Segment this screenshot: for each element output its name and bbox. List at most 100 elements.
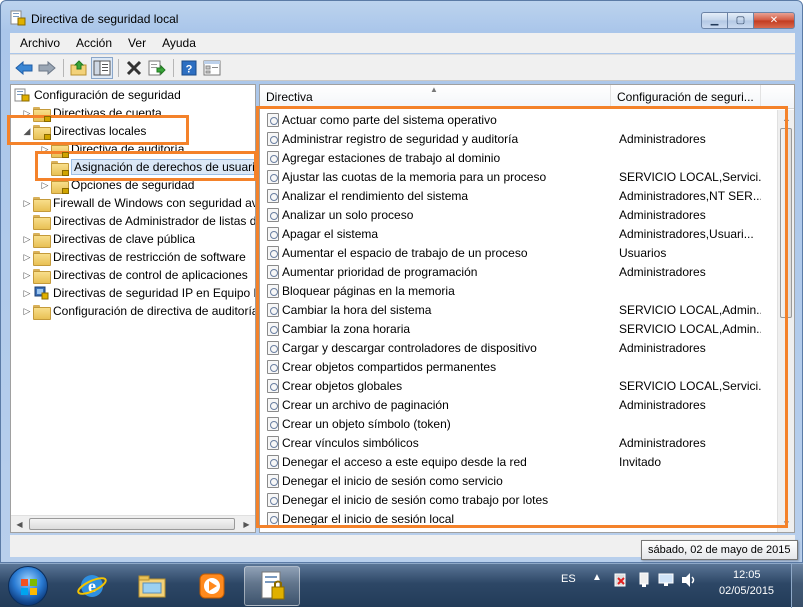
properties-button[interactable] [201,57,223,79]
scroll-right-icon[interactable]: ▶ [238,516,255,532]
list-item[interactable]: Administrar registro de seguridad y audi… [260,129,777,148]
minimize-button[interactable]: ▁ [701,12,727,29]
taskbar-internet-explorer[interactable]: e [64,566,120,606]
policy-icon [267,397,279,412]
menu-ayuda[interactable]: Ayuda [154,36,204,50]
expand-arrow-icon[interactable]: ▷ [39,144,51,155]
internet-explorer-icon: e [77,575,107,597]
column-header-policy[interactable]: Directiva [260,85,611,109]
menu-accion[interactable]: Acción [68,36,120,50]
list-item[interactable]: Bloquear páginas en la memoria [260,281,777,300]
list-item[interactable]: Actuar como parte del sistema operativo [260,110,777,129]
list-item[interactable]: Crear objetos globales SERVICIO LOCAL,Ser… [260,376,777,395]
list-item[interactable]: Cargar y descargar controladores de disp… [260,338,777,357]
tree-item-security-settings[interactable]: Configuración de seguridad [14,86,181,104]
policy-icon [267,416,279,431]
volume-icon[interactable] [680,572,698,588]
expand-arrow-icon[interactable]: ▷ [21,252,33,263]
tree-item-user-rights-assignment[interactable]: Asignación de derechos de usuario [39,158,255,176]
maximize-button[interactable]: ▢ [727,12,753,29]
list-item[interactable]: Denegar el inicio de sesión como servici… [260,471,777,490]
scrollbar-thumb[interactable] [780,128,792,318]
scroll-left-icon[interactable]: ◀ [11,516,28,532]
back-button[interactable] [13,57,35,79]
up-button[interactable] [68,57,90,79]
policy-setting: Administradores,NT SER... [619,188,761,203]
policy-icon [267,378,279,393]
menu-ver[interactable]: Ver [120,36,154,50]
expand-arrow-icon[interactable]: ▷ [21,198,33,209]
expand-arrow-icon[interactable]: ▷ [21,288,33,299]
expand-arrow-icon[interactable]: ▷ [21,234,33,245]
expand-arrow-icon[interactable]: ▷ [21,270,33,281]
tree-item-label: Firewall de Windows con seguridad avanza… [53,196,255,210]
policy-setting: SERVICIO LOCAL,Servici... [619,169,761,184]
taskbar-media-player[interactable] [184,566,240,606]
list-item[interactable]: Denegar el inicio de sesión local [260,509,777,528]
list-item[interactable]: Crear objetos compartidos permanentes [260,357,777,376]
clock-time[interactable]: 12:05 [733,569,761,581]
tree-item-audit-policy[interactable]: ▷ Directiva de auditoría [39,140,184,158]
policy-icon [267,435,279,450]
expand-arrow-icon[interactable]: ▷ [39,180,51,191]
list-item[interactable]: Denegar el acceso a este equipo desde la… [260,452,777,471]
list-item[interactable]: Crear un archivo de paginación Administra… [260,395,777,414]
tree-item-software-restriction[interactable]: ▷ Directivas de restricción de software [21,248,246,266]
taskbar-file-explorer[interactable] [124,566,180,606]
policy-icon [267,112,279,127]
list-item[interactable]: Agregar estaciones de trabajo al dominio [260,148,777,167]
menu-archivo[interactable]: Archivo [12,36,68,50]
help-button[interactable]: ? [178,57,200,79]
export-list-button[interactable] [146,57,168,79]
up-folder-icon [70,59,87,75]
tree-item-account-policies[interactable]: ▷ Directivas de cuenta [21,104,162,122]
scroll-up-icon[interactable]: ▲ [778,110,794,127]
title-bar[interactable]: Directiva de seguridad local ▁ ▢ ✕ [1,1,802,33]
tree-item-security-options[interactable]: ▷ Opciones de seguridad [39,176,194,194]
delete-button[interactable] [123,57,145,79]
column-header-setting[interactable]: Configuración de seguri... [611,85,761,109]
list-item[interactable]: Aumentar el espacio de trabajo de un pro… [260,243,777,262]
tree-item-advanced-audit[interactable]: ▷ Configuración de directiva de auditorí… [21,302,255,320]
show-hide-tree-icon [93,60,111,75]
expand-arrow-icon[interactable]: ▷ [21,306,33,317]
tree-item-windows-firewall[interactable]: ▷ Firewall de Windows con seguridad avan… [21,194,255,212]
list-item[interactable]: Ajustar las cuotas de la memoria para un… [260,167,777,186]
language-indicator[interactable]: ES [561,573,576,585]
taskbar-security-policy[interactable] [244,566,300,606]
tree-pane[interactable]: Configuración de seguridad ▷ Directivas … [10,84,256,533]
clock-date[interactable]: 02/05/2015 [719,585,774,597]
tree-item-application-control[interactable]: ▷ Directivas de control de aplicaciones [21,266,248,284]
tree-item-label: Directivas de seguridad IP en Equipo loc… [53,286,256,300]
collapse-arrow-icon[interactable]: ◢ [21,126,33,137]
tree-horizontal-scrollbar[interactable]: ◀ ▶ [11,515,255,532]
list-item[interactable]: Aumentar prioridad de programación Admini… [260,262,777,281]
action-center-icon[interactable] [612,572,628,588]
list-item[interactable]: Cambiar la zona horaria SERVICIO LOCAL,Ad… [260,319,777,338]
tree-item-local-policies[interactable]: ◢ Directivas locales [21,122,146,140]
list-item[interactable]: Crear un objeto símbolo (token) [260,414,777,433]
tray-expand-icon[interactable]: ▲ [592,572,602,583]
list-item[interactable]: Analizar el rendimiento del sistema Admin… [260,186,777,205]
tree-item-ip-security[interactable]: ▷ Directivas de seguridad IP en Equipo l… [21,284,256,302]
help-icon: ? [181,60,197,75]
network-icon[interactable] [658,572,674,588]
scroll-down-icon[interactable]: ▼ [778,515,794,532]
tree-item-public-key-policies[interactable]: ▷ Directivas de clave pública [21,230,195,248]
list-item[interactable]: Crear vínculos simbólicos Administradores [260,433,777,452]
list-item[interactable]: Denegar el inicio de sesión como trabajo… [260,490,777,509]
show-desktop-button[interactable] [791,564,803,608]
show-hide-tree-button[interactable] [91,56,113,79]
policy-icon [267,511,279,526]
tree-item-network-list-manager[interactable]: Directivas de Administrador de listas de… [21,212,255,230]
power-plug-icon[interactable] [636,572,652,588]
scrollbar-thumb[interactable] [29,518,235,530]
list-item[interactable]: Analizar un solo proceso Administradores [260,205,777,224]
forward-button[interactable] [36,57,58,79]
expand-arrow-icon[interactable]: ▷ [21,108,33,119]
list-item[interactable]: Cambiar la hora del sistema SERVICIO LOCA… [260,300,777,319]
start-button[interactable] [8,566,48,606]
list-vertical-scrollbar[interactable]: ▲ ▼ [777,110,794,532]
close-button[interactable]: ✕ [753,12,795,29]
list-item[interactable]: Apagar el sistema Administradores,Usuari.… [260,224,777,243]
